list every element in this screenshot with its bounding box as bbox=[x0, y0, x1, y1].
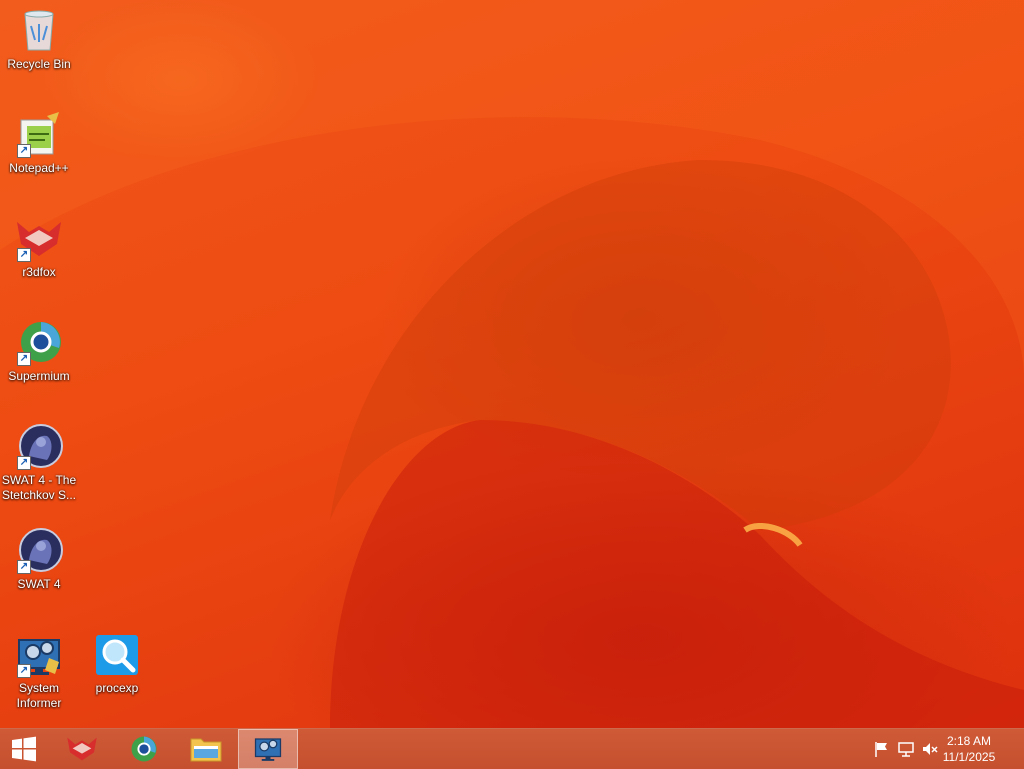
desktop-icon-label: Supermium bbox=[8, 369, 70, 383]
desktop-icon-procexp[interactable]: procexp bbox=[78, 626, 156, 696]
shortcut-arrow-icon: ↗ bbox=[17, 248, 31, 262]
shortcut-arrow-icon: ↗ bbox=[17, 352, 31, 366]
desktop-icon-recycle-bin[interactable]: Recycle Bin bbox=[0, 2, 78, 72]
system-informer-icon: ↗ bbox=[15, 630, 63, 678]
procexp-icon bbox=[93, 630, 141, 678]
desktop-wallpaper bbox=[0, 0, 1024, 728]
desktop-icon-label: SWAT 4 - The Stetchkov S... bbox=[1, 473, 77, 502]
shortcut-arrow-icon: ↗ bbox=[17, 560, 31, 574]
desktop-icon-label: SWAT 4 bbox=[17, 577, 61, 591]
action-center-flag-icon[interactable] bbox=[872, 739, 892, 759]
taskbar-item-supermium[interactable] bbox=[114, 729, 174, 769]
notepad-plus-plus-icon: ↗ bbox=[15, 110, 63, 158]
r3dfox-icon bbox=[67, 737, 97, 761]
desktop-icon-label: procexp bbox=[95, 681, 139, 695]
clock-time: 2:18 AM bbox=[946, 734, 992, 748]
desktop-icon-supermium[interactable]: ↗ Supermium bbox=[0, 314, 78, 384]
taskbar-item-file-explorer[interactable] bbox=[176, 729, 236, 769]
supermium-icon bbox=[131, 736, 157, 762]
shortcut-arrow-icon: ↗ bbox=[17, 144, 31, 158]
folder-icon bbox=[190, 738, 222, 762]
start-button[interactable] bbox=[0, 729, 48, 769]
clock-date: 11/1/2025 bbox=[942, 750, 996, 764]
desktop-icon-r3dfox[interactable]: ↗ r3dfox bbox=[0, 210, 78, 280]
desktop-icon-label: Recycle Bin bbox=[7, 57, 71, 71]
network-icon[interactable] bbox=[896, 739, 916, 759]
taskbar-item-system-informer[interactable] bbox=[238, 729, 298, 769]
shortcut-arrow-icon: ↗ bbox=[17, 456, 31, 470]
r3dfox-icon: ↗ bbox=[15, 214, 63, 262]
swat4-stetchkov-icon: ↗ bbox=[15, 422, 63, 470]
system-informer-icon bbox=[254, 738, 282, 761]
taskbar-clock[interactable]: 2:18 AM 11/1/2025 bbox=[934, 733, 1004, 765]
shortcut-arrow-icon: ↗ bbox=[17, 664, 31, 678]
windows-logo-icon bbox=[12, 736, 36, 762]
taskbar-item-r3dfox[interactable] bbox=[52, 729, 112, 769]
system-tray bbox=[872, 729, 940, 769]
desktop-icon-system-informer[interactable]: ↗ System Informer bbox=[0, 626, 78, 711]
desktop-icon-label: r3dfox bbox=[22, 265, 56, 279]
desktop-icon-notepad-plus-plus[interactable]: ↗ Notepad++ bbox=[0, 106, 78, 176]
supermium-icon: ↗ bbox=[15, 318, 63, 366]
desktop-icon-label: System Informer bbox=[16, 681, 62, 710]
desktop-icon-swat4-stetchkov[interactable]: ↗ SWAT 4 - The Stetchkov S... bbox=[0, 418, 78, 503]
desktop-icon-label: Notepad++ bbox=[9, 161, 69, 175]
swat4-icon: ↗ bbox=[15, 526, 63, 574]
recycle-bin-icon bbox=[15, 6, 63, 54]
wallpaper-swirl bbox=[0, 0, 1024, 728]
desktop-icon-swat4[interactable]: ↗ SWAT 4 bbox=[0, 522, 78, 592]
taskbar: 2:18 AM 11/1/2025 bbox=[0, 728, 1024, 769]
